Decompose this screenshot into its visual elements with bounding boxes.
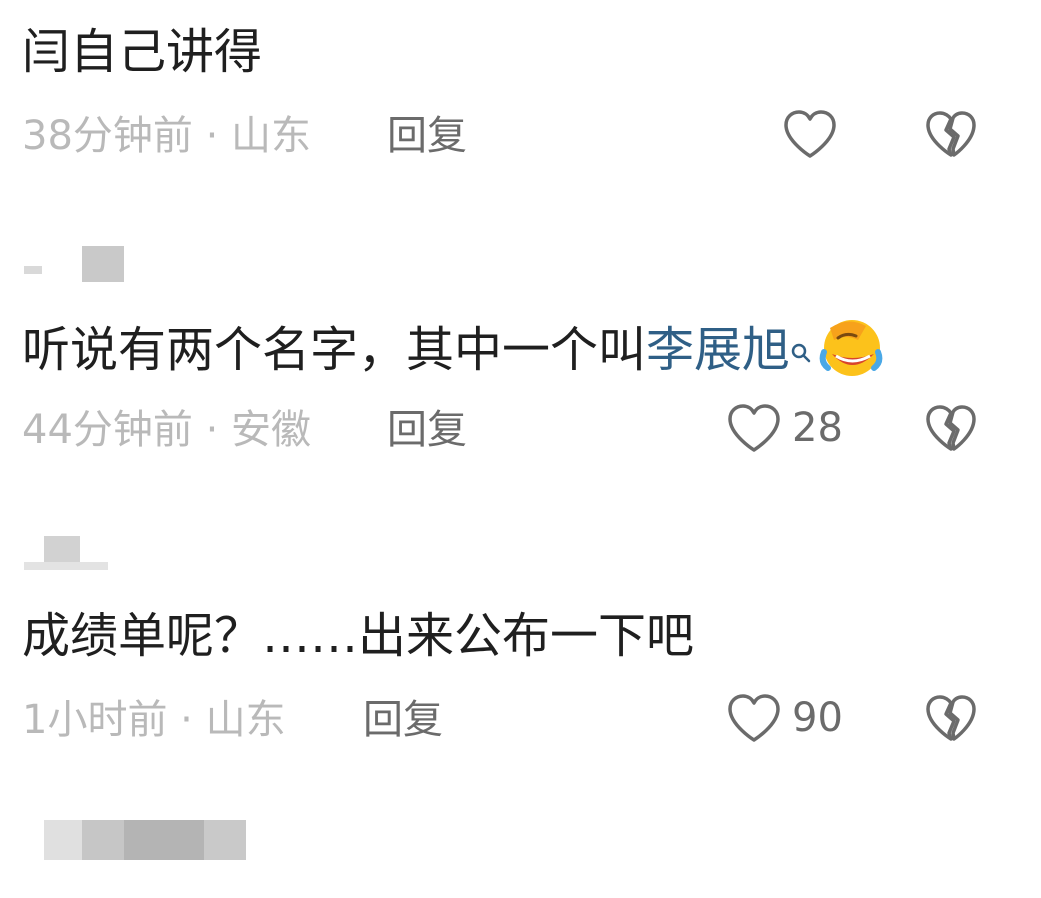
comment-2-reply-button[interactable]: 回复	[387, 400, 467, 460]
comment-1-dislike-button[interactable]	[921, 104, 981, 164]
comment-3-like-button[interactable]: 90	[726, 688, 843, 748]
comment-3-dislike-button[interactable]	[921, 688, 981, 748]
comment-2-username-blur	[24, 266, 42, 274]
comment-3-like-count: 90	[792, 695, 843, 741]
heart-outline-icon	[728, 404, 780, 452]
comment-3-text: 成绩单呢？……出来公布一下吧	[22, 608, 695, 664]
broken-heart-icon	[926, 111, 976, 157]
comment-1-like-button[interactable]	[782, 104, 838, 164]
search-icon[interactable]	[790, 318, 812, 378]
broken-heart-icon	[926, 695, 976, 741]
comment-2-text: 听说有两个名字，其中一个叫李展旭	[22, 314, 884, 392]
comment-1-time-location: 38分钟前 · 山东	[22, 113, 312, 159]
comment-2-dislike-button[interactable]	[921, 398, 981, 458]
comment-1-text: 闫自己讲得	[22, 24, 263, 80]
comment-2-text-prefix: 听说有两个名字，其中一个叫	[22, 322, 647, 378]
comment-2-time-location: 44分钟前 · 安徽	[22, 407, 312, 453]
heart-outline-icon	[784, 110, 836, 158]
comment-4-username-blur-3	[204, 820, 246, 860]
comment-3-reply-button[interactable]: 回复	[363, 690, 443, 750]
broken-heart-icon	[926, 405, 976, 451]
comment-list: 闫自己讲得 38分钟前 · 山东 回复 听说有两个名字，其中一个叫李展旭 44分…	[0, 0, 1041, 898]
heart-outline-icon	[728, 694, 780, 742]
comment-2-avatar-blur	[82, 246, 124, 282]
comment-4-avatar-blur	[44, 820, 82, 860]
comment-2-link-name[interactable]: 李展旭	[646, 322, 790, 378]
laugh-cry-emoji	[818, 314, 884, 392]
comment-4-username-blur-1	[82, 820, 124, 860]
comment-2-like-button[interactable]: 28	[726, 398, 843, 458]
comment-4-username-blur-2	[124, 820, 204, 860]
comment-1-reply-button[interactable]: 回复	[387, 106, 467, 166]
comment-2-like-count: 28	[792, 405, 843, 451]
comment-3-time-location: 1小时前 · 山东	[22, 697, 286, 743]
comment-3-username-blur	[24, 562, 108, 570]
